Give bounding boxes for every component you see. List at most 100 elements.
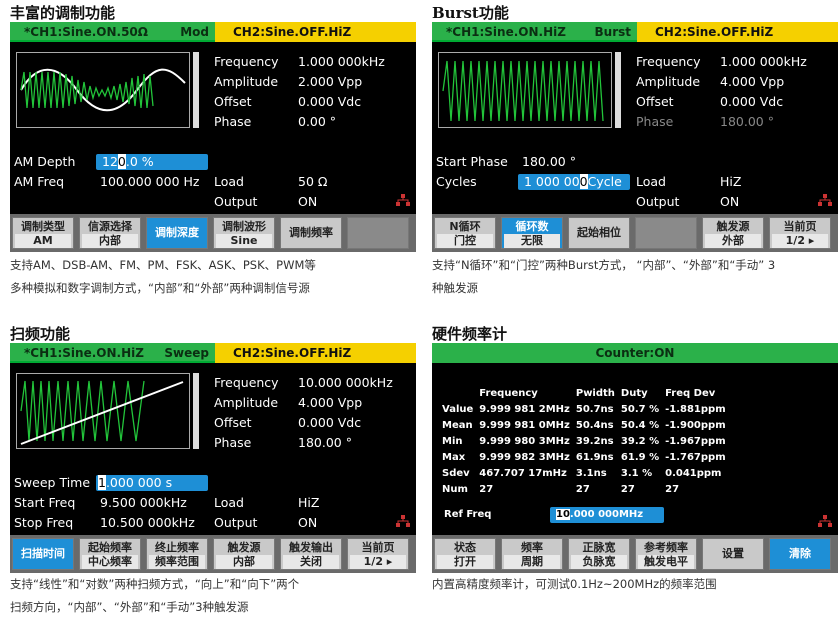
counter-table: Frequency Pwidth Duty Freq Dev Value 9.99… — [442, 385, 732, 497]
ref-freq-field[interactable]: 10.000 000MHz — [550, 507, 664, 523]
am-freq-value[interactable]: 100.000 000 Hz — [100, 174, 199, 190]
caption-mod-2: 多种模拟和数字调制方式，“内部”和“外部”两种调制信号源 — [10, 281, 310, 295]
param-label-frequency[interactable]: Frequency — [636, 54, 701, 70]
table-row: Num 27 27 27 27 — [442, 483, 680, 495]
section-title-counter: 硬件频率计 — [432, 325, 508, 343]
menu-source[interactable]: 信源选择 内部 — [79, 217, 141, 249]
stop-freq-value[interactable]: 10.500 000kHz — [100, 515, 195, 531]
param-label-frequency[interactable]: Frequency — [214, 54, 279, 70]
ref-freq-label: Ref Freq — [444, 509, 492, 520]
caption-burst-2: 种触发源 — [432, 281, 478, 295]
ch2-status[interactable]: CH2:Sine.OFF.HiZ — [215, 22, 416, 42]
ch1-status[interactable]: *CH1:Sine.ON.HiZ Burst — [432, 22, 637, 42]
section-title-burst: Burst功能 — [432, 4, 509, 22]
start-freq-value[interactable]: 9.500 000kHz — [100, 495, 187, 511]
sweep-time-field[interactable]: 1.000 000 s — [96, 475, 208, 491]
load-label: Load — [636, 174, 666, 189]
output-label: Output — [214, 194, 258, 209]
ch2-status[interactable]: CH2:Sine.OFF.HiZ — [215, 343, 416, 363]
menu-start-freq[interactable]: 起始频率 中心频率 — [79, 538, 141, 570]
param-value-offset: 0.000 Vdc — [720, 94, 784, 109]
scope-screen-sweep: *CH1:Sine.ON.HiZ Sweep CH2:Sine.OFF.HiZ F… — [10, 343, 416, 573]
param-label-offset[interactable]: Offset — [636, 94, 674, 110]
table-row: Mean 9.999 981 0MHz 50.4ns 50.4 % -1.900ppm — [442, 419, 726, 431]
menu-mod-depth[interactable]: 调制深度 — [146, 217, 208, 249]
section-title-mod: 丰富的调制功能 — [10, 4, 116, 22]
waveform-preview — [438, 52, 612, 128]
menu-start-phase[interactable]: 起始相位 — [568, 217, 630, 249]
load-value: 50 Ω — [298, 174, 328, 189]
network-icon — [396, 194, 410, 206]
waveform-preview — [16, 373, 190, 449]
caption-sweep-1: 支持“线性”和“对数”两种扫频方式，“向上”和“向下”两个 — [10, 577, 300, 591]
menu-mod-wave[interactable]: 调制波形 Sine — [213, 217, 275, 249]
menu-trigger-output[interactable]: 触发输出 关闭 — [280, 538, 342, 570]
param-value-offset: 0.000 Vdc — [298, 415, 362, 430]
cycles-label: Cycles — [436, 174, 477, 189]
table-row: Value 9.999 981 2MHz 50.7ns 50.7 % -1.881ppm — [442, 403, 726, 415]
param-label-amplitude[interactable]: Amplitude — [214, 74, 278, 90]
caption-counter-1: 内置高精度频率计，可测试0.1Hz~200MHz的频率范围 — [432, 577, 717, 591]
section-title-sweep: 扫频功能 — [10, 325, 71, 343]
param-label-phase[interactable]: Phase — [214, 435, 251, 451]
param-value-amplitude: 4.000 Vpp — [298, 395, 363, 410]
param-label-phase[interactable]: Phase — [214, 114, 251, 130]
ch1-status[interactable]: *CH1:Sine.ON.50Ω Mod — [10, 22, 215, 42]
cycles-field[interactable]: 1 000 000Cycle — [518, 174, 630, 190]
menu-mod-freq[interactable]: 调制频率 — [280, 217, 342, 249]
menu-cycles[interactable]: 循环数 无限 — [501, 217, 563, 249]
softkey-menu: 扫描时间 起始频率 中心频率 终止频率 频率范围 触发源 内部 触发输出 关闭 当前页 1… — [10, 535, 416, 573]
menu-trigger-source[interactable]: 触发源 外部 — [702, 217, 764, 249]
output-label: Output — [636, 194, 680, 209]
menu-clear[interactable]: 清除 — [769, 538, 831, 570]
param-value-amplitude: 4.000 Vpp — [720, 74, 785, 89]
param-label-phase[interactable]: Phase — [636, 114, 673, 130]
menu-pwidth[interactable]: 正脉宽 负脉宽 — [568, 538, 630, 570]
menu-settings[interactable]: 设置 — [702, 538, 764, 570]
sweep-time-label: Sweep Time — [14, 475, 91, 490]
scope-screen-mod: *CH1:Sine.ON.50Ω Mod CH2:Sine.OFF.HiZ Fre… — [10, 22, 416, 252]
menu-state[interactable]: 状态 打开 — [434, 538, 496, 570]
scope-screen-burst: *CH1:Sine.ON.HiZ Burst CH2:Sine.OFF.HiZ F… — [432, 22, 838, 252]
caption-burst-1: 支持“N循环”和“门控”两种Burst方式， “内部”、“外部”和“手动” 3 — [432, 258, 776, 272]
menu-mod-type[interactable]: 调制类型 AM — [12, 217, 74, 249]
ch2-status[interactable]: CH2:Sine.OFF.HiZ — [637, 22, 838, 42]
menu-trigger-source[interactable]: 触发源 内部 — [213, 538, 275, 570]
mode-label: Burst — [594, 25, 632, 39]
param-value-phase: 180.00 ° — [720, 114, 774, 129]
param-value-amplitude: 2.000 Vpp — [298, 74, 363, 89]
menu-ref-freq[interactable]: 参考频率 触发电平 — [635, 538, 697, 570]
menu-current-page[interactable]: 当前页 1/2 ▸ — [347, 538, 409, 570]
am-depth-label: AM Depth — [14, 154, 76, 169]
param-label-amplitude[interactable]: Amplitude — [636, 74, 700, 90]
menu-frequency[interactable]: 频率 周期 — [501, 538, 563, 570]
param-value-phase: 180.00 ° — [298, 435, 352, 450]
ch1-status[interactable]: *CH1:Sine.ON.HiZ Sweep — [10, 343, 215, 363]
menu-sweep-time[interactable]: 扫描时间 — [12, 538, 74, 570]
start-phase-value[interactable]: 180.00 ° — [522, 154, 576, 170]
menu-burst-type[interactable]: N循环 门控 — [434, 217, 496, 249]
menu-current-page[interactable]: 当前页 1/2 ▸ — [769, 217, 831, 249]
output-value: ON — [720, 194, 740, 209]
am-freq-label: AM Freq — [14, 174, 65, 189]
output-value: ON — [298, 194, 318, 209]
menu-empty[interactable] — [347, 217, 409, 249]
network-icon — [396, 515, 410, 527]
waveform-preview — [16, 52, 190, 128]
load-label: Load — [214, 495, 244, 510]
menu-stop-freq[interactable]: 终止频率 频率范围 — [146, 538, 208, 570]
am-depth-field[interactable]: 120.0 % — [96, 154, 208, 170]
param-label-amplitude[interactable]: Amplitude — [214, 395, 278, 411]
load-value: HiZ — [298, 495, 320, 510]
load-value: HiZ — [720, 174, 742, 189]
softkey-menu: N循环 门控 循环数 无限 起始相位 触发源 外部 当前页 1/2 ▸ — [432, 214, 838, 252]
param-label-offset[interactable]: Offset — [214, 415, 252, 431]
caption-sweep-2: 扫频方向，“内部”、“外部”和“手动”3种触发源 — [10, 600, 249, 614]
caption-mod-1: 支持AM、DSB-AM、FM、PM、FSK、ASK、PSK、PWM等 — [10, 258, 316, 272]
param-label-frequency[interactable]: Frequency — [214, 375, 279, 391]
counter-status: Counter:ON — [432, 343, 838, 363]
param-label-offset[interactable]: Offset — [214, 94, 252, 110]
menu-empty[interactable] — [635, 217, 697, 249]
start-freq-label: Start Freq — [14, 495, 76, 510]
start-phase-label: Start Phase — [436, 154, 508, 169]
